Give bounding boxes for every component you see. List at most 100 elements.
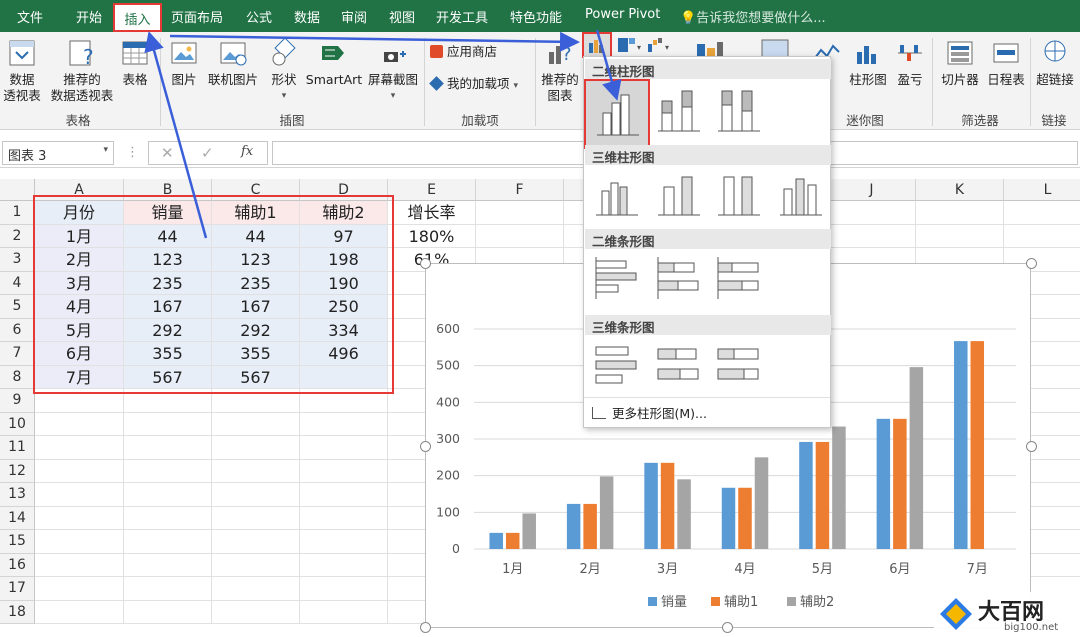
table-cell[interactable]: 6月: [35, 342, 124, 366]
table-cell[interactable]: 167: [212, 295, 300, 319]
sparkline-column-button[interactable]: 柱形图: [846, 38, 890, 88]
resize-handle-right[interactable]: [1026, 441, 1037, 452]
table-cell[interactable]: 235: [124, 271, 212, 295]
empty-cell[interactable]: [212, 412, 300, 436]
empty-cell[interactable]: [476, 224, 564, 248]
resize-handle-bottom-left[interactable]: [420, 622, 431, 633]
empty-cell[interactable]: [916, 224, 1004, 248]
empty-cell[interactable]: [124, 530, 212, 554]
empty-cell[interactable]: [300, 459, 388, 483]
table-cell[interactable]: 235: [212, 271, 300, 295]
sparkline-winloss-button[interactable]: 盈亏: [892, 38, 928, 88]
row-header-5[interactable]: 5: [0, 295, 35, 319]
empty-cell[interactable]: [300, 389, 388, 413]
tab-review[interactable]: 审阅: [341, 7, 367, 26]
empty-cell[interactable]: [35, 600, 124, 624]
name-box[interactable]: 图表 3 ▾: [2, 141, 114, 165]
empty-cell[interactable]: [35, 577, 124, 601]
header-cell[interactable]: 辅助1: [212, 201, 300, 225]
select-all-corner[interactable]: [0, 179, 35, 201]
row-header-6[interactable]: 6: [0, 318, 35, 342]
empty-cell[interactable]: [212, 483, 300, 507]
tab-home[interactable]: 开始: [76, 7, 102, 26]
cancel-icon[interactable]: ✕: [161, 144, 174, 162]
empty-cell[interactable]: [300, 436, 388, 460]
combo-chart-button[interactable]: [695, 38, 725, 58]
empty-cell[interactable]: [35, 530, 124, 554]
table-cell[interactable]: 167: [124, 295, 212, 319]
table-cell[interactable]: 198: [300, 248, 388, 272]
picture-button[interactable]: 图片: [166, 38, 202, 88]
table-cell[interactable]: 5月: [35, 318, 124, 342]
empty-cell[interactable]: [212, 530, 300, 554]
tell-me-search[interactable]: 💡告诉我您想要做什么...: [680, 7, 826, 26]
empty-cell[interactable]: [35, 389, 124, 413]
empty-cell[interactable]: [124, 436, 212, 460]
table-cell[interactable]: 123: [212, 248, 300, 272]
table-cell[interactable]: 567: [212, 365, 300, 389]
row-header-2[interactable]: 2: [0, 224, 35, 248]
table-cell[interactable]: 355: [124, 342, 212, 366]
table-cell[interactable]: 180%: [388, 224, 476, 248]
my-addins-button[interactable]: 我的加载项 ▾: [429, 76, 532, 96]
empty-cell[interactable]: [300, 553, 388, 577]
empty-cell[interactable]: [124, 459, 212, 483]
table-cell[interactable]: 7月: [35, 365, 124, 389]
empty-cell[interactable]: [212, 389, 300, 413]
empty-cell[interactable]: [212, 553, 300, 577]
tab-page-layout[interactable]: 页面布局: [171, 7, 223, 26]
tab-insert[interactable]: 插入: [113, 3, 162, 32]
empty-cell[interactable]: [300, 577, 388, 601]
row-header-17[interactable]: 17: [0, 577, 35, 601]
table-cell[interactable]: 1月: [35, 224, 124, 248]
empty-cell[interactable]: [212, 506, 300, 530]
table-cell[interactable]: 4月: [35, 295, 124, 319]
tab-developer[interactable]: 开发工具: [436, 7, 488, 26]
3d-stacked-column-option[interactable]: [654, 169, 704, 219]
row-header-13[interactable]: 13: [0, 483, 35, 507]
3d-percent-stacked-bar-option[interactable]: [714, 339, 764, 389]
empty-cell[interactable]: [124, 483, 212, 507]
column-chart-dropdown-button[interactable]: [582, 32, 612, 58]
stacked-column-option[interactable]: [654, 85, 704, 135]
row-header-15[interactable]: 15: [0, 530, 35, 554]
table-button[interactable]: 表格: [116, 38, 154, 88]
empty-cell[interactable]: [300, 412, 388, 436]
column-header-j[interactable]: J: [828, 179, 916, 201]
table-cell[interactable]: 292: [212, 318, 300, 342]
table-cell[interactable]: 3月: [35, 271, 124, 295]
empty-cell[interactable]: [124, 389, 212, 413]
column-header-f[interactable]: F: [476, 179, 564, 201]
3d-clustered-column-option[interactable]: [592, 169, 642, 219]
3d-percent-stacked-column-option[interactable]: [714, 169, 764, 219]
empty-cell[interactable]: [828, 201, 916, 225]
empty-cell[interactable]: [916, 201, 1004, 225]
empty-cell[interactable]: [476, 201, 564, 225]
resize-handle-top-right[interactable]: [1026, 258, 1037, 269]
column-header-l[interactable]: L: [1004, 179, 1080, 201]
table-cell[interactable]: 250: [300, 295, 388, 319]
recommended-charts-button[interactable]: ? 推荐的 图表: [538, 38, 582, 108]
column-header-e[interactable]: E: [388, 179, 476, 201]
empty-cell[interactable]: [124, 412, 212, 436]
resize-handle-top-left[interactable]: [420, 258, 431, 269]
empty-cell[interactable]: [124, 600, 212, 624]
clustered-column-option[interactable]: [584, 79, 650, 149]
3d-clustered-bar-option[interactable]: [592, 339, 642, 389]
empty-cell[interactable]: [124, 553, 212, 577]
insert-function-button[interactable]: fx: [241, 144, 253, 159]
table-cell[interactable]: [300, 365, 388, 389]
resize-handle-left[interactable]: [420, 441, 431, 452]
confirm-icon[interactable]: ✓: [201, 144, 214, 162]
recommended-pivot-button[interactable]: ? 推荐的 数据透视表: [50, 38, 114, 108]
tab-data[interactable]: 数据: [294, 7, 320, 26]
column-header-d[interactable]: D: [300, 179, 388, 201]
row-header-1[interactable]: 1: [0, 201, 35, 225]
app-store-button[interactable]: 应用商店: [430, 44, 530, 64]
row-header-3[interactable]: 3: [0, 248, 35, 272]
more-column-charts-link[interactable]: 更多柱形图(M)...: [592, 403, 707, 422]
empty-cell[interactable]: [300, 530, 388, 554]
table-cell[interactable]: 44: [212, 224, 300, 248]
hyperlink-button[interactable]: 超链接: [1032, 38, 1078, 88]
screenshot-button[interactable]: 屏幕截图 ▾: [364, 38, 422, 101]
